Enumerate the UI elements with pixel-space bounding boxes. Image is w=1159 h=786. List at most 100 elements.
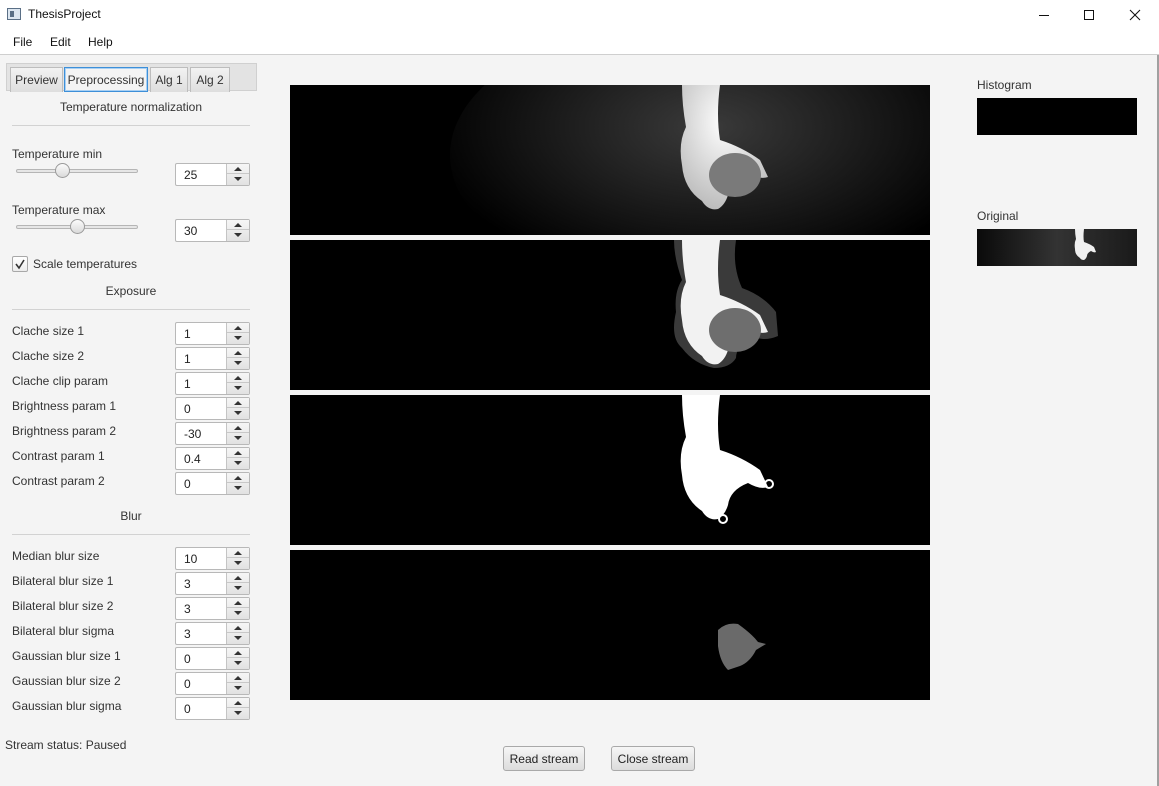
spinner-up-icon[interactable] xyxy=(227,423,249,433)
contrast-param-1-label: Contrast param 1 xyxy=(12,449,105,463)
spinner-value[interactable]: 1 xyxy=(184,377,191,391)
temperature-max-spinner[interactable]: 30 xyxy=(175,219,250,242)
tab-preprocessing[interactable]: Preprocessing xyxy=(64,67,148,92)
spinner-value[interactable]: -30 xyxy=(184,427,201,441)
minimize-button[interactable] xyxy=(1021,0,1067,30)
spinner-up-icon[interactable] xyxy=(227,648,249,658)
clache-size-1-spinner[interactable]: 1 xyxy=(175,322,250,345)
spinner-value[interactable]: 0 xyxy=(184,477,191,491)
spinner-up-icon[interactable] xyxy=(227,448,249,458)
slider-thumb[interactable] xyxy=(70,219,85,234)
spinner-value[interactable]: 0 xyxy=(184,677,191,691)
histogram-label: Histogram xyxy=(977,78,1032,92)
gaussian-blur-sigma-label: Gaussian blur sigma xyxy=(12,699,122,713)
bilateral-blur-sigma-spinner[interactable]: 3 xyxy=(175,622,250,645)
gaussian-blur-size-2-label: Gaussian blur size 2 xyxy=(12,674,121,688)
contrast-param-2-label: Contrast param 2 xyxy=(12,474,105,488)
original-view xyxy=(977,229,1137,266)
spinner-value[interactable]: 3 xyxy=(184,627,191,641)
spinner-value[interactable]: 0 xyxy=(184,702,191,716)
temperature-min-slider[interactable] xyxy=(16,163,138,179)
spinner-down-icon[interactable] xyxy=(227,583,249,593)
temperature-section-title: Temperature normalization xyxy=(59,100,203,114)
spinner-up-icon[interactable] xyxy=(227,473,249,483)
spinner-value[interactable]: 10 xyxy=(184,552,197,566)
spinner-up-icon[interactable] xyxy=(227,373,249,383)
read-stream-button[interactable]: Read stream xyxy=(503,746,585,771)
spinner-up-icon[interactable] xyxy=(227,548,249,558)
menu-help[interactable]: Help xyxy=(88,35,113,49)
frame-normalized xyxy=(290,85,930,235)
spinner-down-icon[interactable] xyxy=(227,558,249,568)
bilateral-blur-size-1-spinner[interactable]: 3 xyxy=(175,572,250,595)
spinner-value[interactable]: 30 xyxy=(184,224,197,238)
spinner-down-icon[interactable] xyxy=(227,683,249,693)
checkmark-icon xyxy=(15,259,25,270)
temperature-max-label: Temperature max xyxy=(12,203,106,217)
spinner-up-icon[interactable] xyxy=(227,348,249,358)
scale-temperatures-label: Scale temperatures xyxy=(33,257,138,271)
spinner-down-icon[interactable] xyxy=(227,333,249,343)
spinner-down-icon[interactable] xyxy=(227,658,249,668)
bilateral-blur-size-2-spinner[interactable]: 3 xyxy=(175,597,250,620)
original-thumbnail xyxy=(977,229,1137,266)
maximize-button[interactable] xyxy=(1066,0,1112,30)
clache-size-2-spinner[interactable]: 1 xyxy=(175,347,250,370)
spinner-up-icon[interactable] xyxy=(227,673,249,683)
brightness-param-1-spinner[interactable]: 0 xyxy=(175,397,250,420)
clache-clip-param-label: Clache clip param xyxy=(12,374,109,388)
contrast-param-1-spinner[interactable]: 0.4 xyxy=(175,447,250,470)
spinner-down-icon[interactable] xyxy=(227,358,249,368)
spinner-down-icon[interactable] xyxy=(227,483,249,493)
clache-clip-param-spinner[interactable]: 1 xyxy=(175,372,250,395)
spinner-value[interactable]: 3 xyxy=(184,602,191,616)
spinner-down-icon[interactable] xyxy=(227,708,249,718)
contrast-param-2-spinner[interactable]: 0 xyxy=(175,472,250,495)
spinner-up-icon[interactable] xyxy=(227,220,249,230)
spinner-value[interactable]: 25 xyxy=(184,168,197,182)
frame-exposure-image xyxy=(290,240,930,390)
temperature-max-slider[interactable] xyxy=(16,219,138,235)
tab-alg-1[interactable]: Alg 1 xyxy=(150,67,188,92)
tab-bar: Preview Preprocessing Alg 1 Alg 2 xyxy=(6,63,257,92)
spinner-down-icon[interactable] xyxy=(227,230,249,240)
spinner-down-icon[interactable] xyxy=(227,633,249,643)
spinner-up-icon[interactable] xyxy=(227,623,249,633)
spinner-down-icon[interactable] xyxy=(227,408,249,418)
spinner-up-icon[interactable] xyxy=(227,164,249,174)
gaussian-blur-sigma-spinner[interactable]: 0 xyxy=(175,697,250,720)
median-blur-size-spinner[interactable]: 10 xyxy=(175,547,250,570)
spinner-value[interactable]: 0 xyxy=(184,402,191,416)
spinner-up-icon[interactable] xyxy=(227,323,249,333)
spinner-down-icon[interactable] xyxy=(227,433,249,443)
minimize-icon xyxy=(1039,15,1049,16)
spinner-up-icon[interactable] xyxy=(227,598,249,608)
spinner-down-icon[interactable] xyxy=(227,608,249,618)
menu-bar: File Edit Help xyxy=(0,30,1159,55)
bilateral-blur-size-1-label: Bilateral blur size 1 xyxy=(12,574,114,588)
slider-thumb[interactable] xyxy=(55,163,71,178)
brightness-param-2-spinner[interactable]: -30 xyxy=(175,422,250,445)
spinner-down-icon[interactable] xyxy=(227,458,249,468)
spinner-down-icon[interactable] xyxy=(227,174,249,184)
scale-temperatures-checkbox[interactable] xyxy=(12,256,28,272)
spinner-up-icon[interactable] xyxy=(227,398,249,408)
spinner-up-icon[interactable] xyxy=(227,698,249,708)
spinner-value[interactable]: 1 xyxy=(184,352,191,366)
slider-track xyxy=(16,169,138,173)
menu-file[interactable]: File xyxy=(13,35,32,49)
spinner-value[interactable]: 0 xyxy=(184,652,191,666)
close-stream-button[interactable]: Close stream xyxy=(611,746,695,771)
tab-preview[interactable]: Preview xyxy=(10,67,63,92)
menu-edit[interactable]: Edit xyxy=(50,35,71,49)
spinner-down-icon[interactable] xyxy=(227,383,249,393)
gaussian-blur-size-1-spinner[interactable]: 0 xyxy=(175,647,250,670)
spinner-value[interactable]: 1 xyxy=(184,327,191,341)
gaussian-blur-size-2-spinner[interactable]: 0 xyxy=(175,672,250,695)
spinner-value[interactable]: 0.4 xyxy=(184,452,201,466)
temperature-min-spinner[interactable]: 25 xyxy=(175,163,250,186)
spinner-up-icon[interactable] xyxy=(227,573,249,583)
close-window-button[interactable] xyxy=(1112,0,1158,30)
spinner-value[interactable]: 3 xyxy=(184,577,191,591)
tab-alg-2[interactable]: Alg 2 xyxy=(190,67,230,92)
